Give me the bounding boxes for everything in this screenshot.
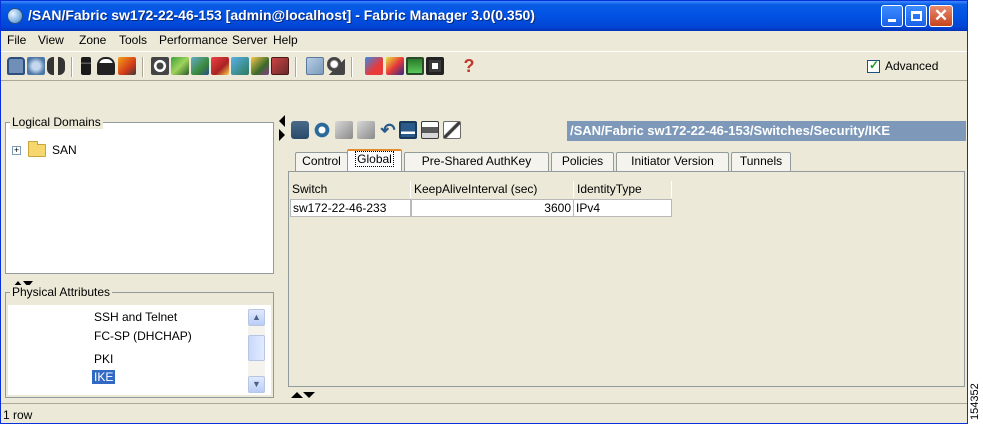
help-icon[interactable]: ? <box>460 57 478 75</box>
perf-config-icon[interactable] <box>365 57 383 75</box>
vertical-divider[interactable] <box>278 113 286 403</box>
zone-icon[interactable] <box>151 57 169 75</box>
topology-icon[interactable] <box>306 57 324 75</box>
column-header-identitytype[interactable]: IdentityType <box>575 181 672 198</box>
find-icon[interactable] <box>47 57 65 75</box>
splitter-arrows-icon <box>291 392 315 398</box>
column-header-switch[interactable]: Switch <box>290 181 411 198</box>
report-icon[interactable] <box>271 57 289 75</box>
panel-splitter[interactable] <box>13 277 33 287</box>
close-button[interactable]: ✕ <box>929 5 953 27</box>
tab-global-label: Global <box>355 151 394 167</box>
port-icon[interactable] <box>231 57 249 75</box>
maximize-icon <box>911 11 922 21</box>
toolbar-separator <box>351 57 353 77</box>
tab-control[interactable]: Control <box>295 152 348 171</box>
menu-file[interactable]: File <box>7 33 26 47</box>
tab-pre-shared-authkey[interactable]: Pre-Shared AuthKey <box>404 152 549 171</box>
alarm-icon[interactable] <box>386 57 404 75</box>
physical-attributes-title: Physical Attributes <box>10 285 113 299</box>
table-cell-identitytype[interactable]: IPv4 <box>573 199 672 217</box>
column-header-keepalive[interactable]: KeepAliveInterval (sec) <box>412 181 574 198</box>
minimize-button[interactable] <box>881 5 903 27</box>
menu-tools[interactable]: Tools <box>119 33 147 47</box>
discover-icon[interactable] <box>27 57 45 75</box>
export-icon[interactable] <box>443 121 461 139</box>
logical-domains-panel: Logical Domains + SAN <box>5 115 274 274</box>
create-row-icon[interactable] <box>335 121 353 139</box>
list-item-ssh-telnet[interactable]: SSH and Telnet <box>94 310 177 324</box>
menu-zone[interactable]: Zone <box>79 33 106 47</box>
chart-icon[interactable] <box>406 57 424 75</box>
save-icon[interactable] <box>399 121 417 139</box>
delete-row-icon[interactable] <box>357 121 375 139</box>
ike-global-table: Switch KeepAliveInterval (sec) IdentityT… <box>290 173 962 383</box>
table-cell-keepalive[interactable]: 3600 <box>411 199 574 217</box>
scroll-down-icon[interactable]: ▼ <box>248 376 265 393</box>
refresh-icon[interactable] <box>313 121 331 139</box>
tree-label-san[interactable]: SAN <box>52 143 77 157</box>
users-icon[interactable] <box>251 57 269 75</box>
tab-global[interactable]: Global <box>347 149 402 171</box>
toolbar-separator <box>71 57 73 77</box>
monitor-icon[interactable] <box>426 57 444 75</box>
list-item-fc-sp[interactable]: FC-SP (DHCHAP) <box>94 329 192 343</box>
lock-icon[interactable] <box>97 57 115 75</box>
status-text: 1 row <box>3 408 33 422</box>
menu-help[interactable]: Help <box>273 33 298 47</box>
close-icon: ✕ <box>933 6 949 25</box>
menu-view[interactable]: View <box>38 33 64 47</box>
tab-policies[interactable]: Policies <box>551 152 614 171</box>
physical-attributes-list: SSH and Telnet FC-SP (DHCHAP) PKI IKE ▲ … <box>8 305 271 395</box>
advanced-label: Advanced <box>885 59 939 73</box>
security-icon[interactable] <box>211 57 229 75</box>
scroll-up-icon[interactable]: ▲ <box>248 309 265 326</box>
status-bar: 1 row <box>1 403 967 423</box>
tab-initiator-version[interactable]: Initiator Version <box>616 152 729 171</box>
refresh-table-icon[interactable] <box>291 121 309 139</box>
vsan-icon[interactable] <box>171 57 189 75</box>
toolbar-separator <box>295 57 297 77</box>
scroll-thumb[interactable] <box>248 335 265 361</box>
print-icon[interactable] <box>421 121 439 139</box>
main-toolbar: ? Advanced <box>1 51 967 81</box>
list-scrollbar[interactable]: ▲ ▼ <box>248 309 265 393</box>
menu-performance[interactable]: Performance <box>159 33 228 47</box>
divider-arrows-icon <box>279 115 285 141</box>
checkbox-checked-icon[interactable] <box>867 58 880 73</box>
table-cell-switch[interactable]: sw172-22-46-233 <box>290 199 411 217</box>
title-bar[interactable]: /SAN/Fabric sw172-22-46-153 [admin@local… <box>1 1 967 31</box>
menu-server[interactable]: Server <box>232 33 267 47</box>
device-manager-icon[interactable] <box>81 57 91 75</box>
list-item-ike[interactable]: IKE <box>92 370 116 384</box>
minimize-icon <box>888 19 896 22</box>
folder-icon <box>28 141 46 157</box>
wizard-icon[interactable] <box>118 57 136 75</box>
tab-tunnels[interactable]: Tunnels <box>731 152 791 171</box>
list-item-pki[interactable]: PKI <box>94 352 113 366</box>
undo-icon[interactable]: ↶ <box>379 121 397 139</box>
maximize-button[interactable] <box>905 5 927 27</box>
menu-bar: File View Zone Tools Performance Server … <box>1 31 967 50</box>
content-path: /SAN/Fabric sw172-22-46-153/Switches/Sec… <box>567 121 966 141</box>
toolbar-separator <box>142 57 144 77</box>
app-icon <box>7 8 23 24</box>
content-splitter[interactable] <box>291 388 321 398</box>
figure-id: 154352 <box>969 383 981 420</box>
fabric-manager-window: /SAN/Fabric sw172-22-46-153 [admin@local… <box>0 0 968 424</box>
physical-attributes-panel: Physical Attributes SSH and Telnet FC-SP… <box>5 285 274 398</box>
ivr-icon[interactable] <box>191 57 209 75</box>
search-icon[interactable] <box>327 57 345 75</box>
window-title: /SAN/Fabric sw172-22-46-153 [admin@local… <box>28 7 535 23</box>
expand-icon[interactable]: + <box>12 146 21 155</box>
open-icon[interactable] <box>7 57 25 75</box>
logical-domains-title: Logical Domains <box>10 115 103 129</box>
